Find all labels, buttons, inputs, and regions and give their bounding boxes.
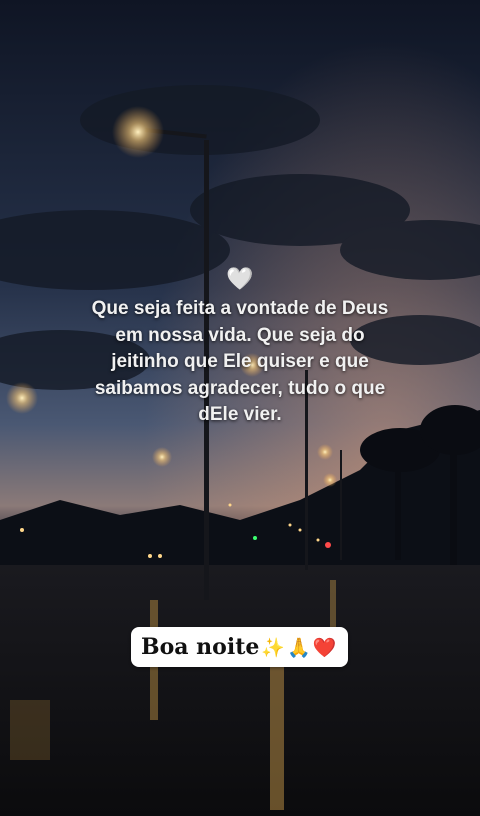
quote-line: saibamos agradecer, tudo o que: [94, 377, 386, 399]
quote-text: Que seja feita a vontade de Deus em noss…: [60, 296, 420, 429]
night-street-background: 🤍 Que seja feita a vontade de Deus em no…: [0, 0, 480, 816]
good-night-badge: Boa noite ✨ 🙏 ❤️: [131, 627, 349, 667]
quote-line: em nossa vida. Que seja do: [115, 324, 365, 346]
praying-hands-icon: 🙏: [287, 636, 311, 659]
badge-text: Boa noite: [141, 634, 260, 660]
quote-line: dEle vier.: [198, 404, 282, 425]
quote-line: jeitinho que Ele quiser e que: [111, 351, 369, 372]
quote-line: Que seja feita a vontade de Deus: [91, 298, 389, 319]
sparkles-icon: ✨: [261, 636, 286, 659]
white-heart-icon: 🤍: [226, 267, 254, 292]
red-heart-icon: ❤️: [312, 636, 337, 659]
quote-block: 🤍 Que seja feita a vontade de Deus em no…: [0, 268, 480, 429]
